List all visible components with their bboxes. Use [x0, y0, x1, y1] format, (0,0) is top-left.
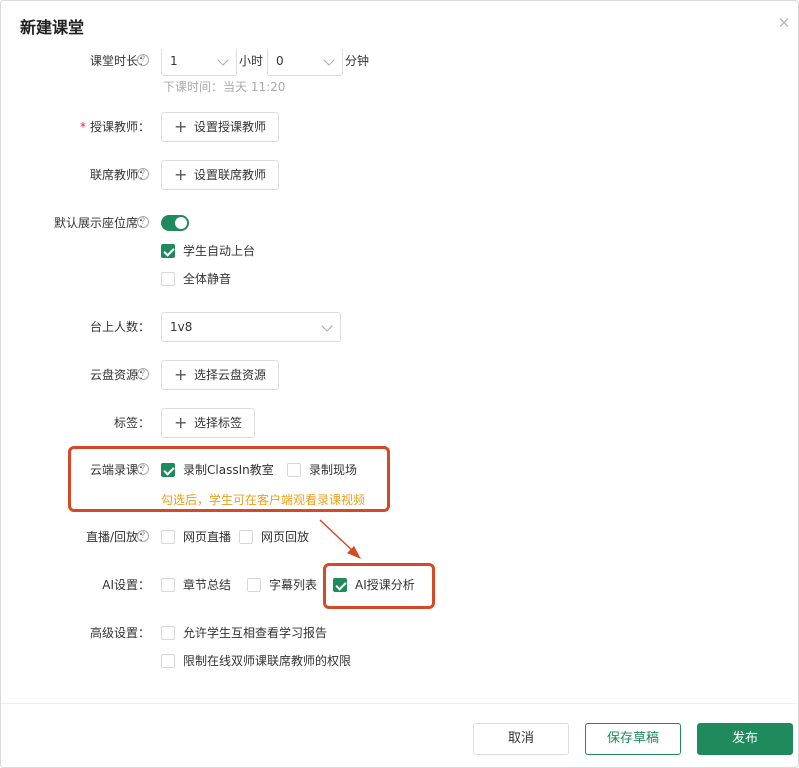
record-scene-label: 录制现场	[309, 463, 358, 477]
hours-unit: 小时	[239, 54, 264, 68]
auto-stage-label: 学生自动上台	[183, 244, 256, 258]
cloud-row: 云盘资源： ? + 选择云盘资源	[1, 360, 798, 390]
dialog-title: 新建课堂	[20, 18, 85, 37]
peer-report-checkbox[interactable]	[161, 626, 175, 640]
restrict-co-teacher-label: 限制在线双师课联席教师的权限	[183, 654, 352, 668]
advanced-label: 高级设置：	[89, 626, 150, 640]
teacher-row: * 授课教师： + 设置授课教师	[1, 112, 798, 142]
seats-toggle[interactable]	[161, 215, 189, 231]
plus-icon: +	[174, 365, 188, 384]
chevron-down-icon	[217, 54, 229, 66]
plus-icon: +	[174, 117, 188, 136]
advanced-option-row: 限制在线双师课联席教师的权限	[1, 646, 798, 676]
record-classroom-checkbox[interactable]	[161, 463, 175, 477]
set-co-teacher-button[interactable]: + 设置联席教师	[161, 160, 280, 190]
web-replay-label: 网页回放	[261, 530, 310, 544]
co-teacher-row: 联席教师： ? + 设置联席教师	[1, 160, 798, 190]
ai-teaching-analysis-checkbox[interactable]	[333, 578, 347, 592]
stage-count-value: 1v8	[170, 320, 193, 334]
record-scene-checkbox[interactable]	[287, 463, 301, 477]
mute-all-label: 全体静音	[183, 272, 232, 286]
hours-select[interactable]: 1	[161, 49, 237, 76]
tags-label: 标签：	[113, 416, 150, 430]
subtitle-list-label: 字幕列表	[269, 578, 318, 592]
cancel-button[interactable]: 取消	[473, 723, 569, 755]
help-icon[interactable]: ?	[137, 463, 149, 475]
ai-teaching-analysis-label: AI授课分析	[355, 578, 415, 592]
select-tags-button[interactable]: + 选择标签	[161, 408, 256, 438]
chapter-summary-label: 章节总结	[183, 578, 232, 592]
dialog-footer: 取消 保存草稿 发布	[1, 703, 798, 767]
web-live-label: 网页直播	[183, 530, 232, 544]
ai-row: AI设置： 章节总结 字幕列表 AI授课分析	[1, 570, 798, 600]
seats-option-row: 全体静音	[1, 264, 798, 294]
select-cloud-button[interactable]: + 选择云盘资源	[161, 360, 280, 390]
hours-value: 1	[170, 54, 178, 68]
new-class-dialog: 新建课堂 ✕ 课堂时长： ? 1 小时 0 分钟 下课时间：当天 11:20 *…	[0, 0, 799, 768]
seats-row: 默认展示座位席： ?	[1, 208, 798, 238]
restrict-co-teacher-checkbox[interactable]	[161, 654, 175, 668]
web-replay-checkbox[interactable]	[239, 530, 253, 544]
stage-count-select[interactable]: 1v8	[161, 312, 341, 342]
peer-report-label: 允许学生互相查看学习报告	[183, 626, 328, 640]
minutes-select[interactable]: 0	[267, 49, 343, 76]
help-icon[interactable]: ?	[137, 54, 149, 66]
set-teacher-button[interactable]: + 设置授课教师	[161, 112, 280, 142]
seats-option-row: 学生自动上台	[1, 236, 798, 266]
required-mark: *	[79, 120, 86, 134]
help-icon[interactable]: ?	[137, 168, 149, 180]
save-draft-button[interactable]: 保存草稿	[585, 723, 681, 755]
plus-icon: +	[174, 165, 188, 184]
minutes-value: 0	[276, 54, 284, 68]
record-classroom-label: 录制ClassIn教室	[183, 463, 274, 477]
recording-row: 云端录课： ? 录制ClassIn教室 录制现场	[1, 455, 798, 485]
chapter-summary-checkbox[interactable]	[161, 578, 175, 592]
plus-icon: +	[174, 413, 188, 432]
stage-count-label: 台上人数：	[89, 320, 150, 334]
auto-stage-checkbox[interactable]	[161, 244, 175, 258]
chevron-down-icon	[323, 54, 335, 66]
advanced-row: 高级设置： 允许学生互相查看学习报告	[1, 618, 798, 648]
dialog-header: 新建课堂 ✕	[1, 1, 798, 49]
help-icon[interactable]: ?	[137, 368, 149, 380]
close-icon[interactable]: ✕	[776, 15, 792, 31]
tags-row: 标签： + 选择标签	[1, 408, 798, 438]
live-row: 直播/回放： ? 网页直播 网页回放	[1, 522, 798, 552]
end-time-text: 下课时间：当天 11:20	[163, 80, 286, 94]
seats-label: 默认展示座位席：	[53, 216, 150, 230]
publish-button[interactable]: 发布	[697, 723, 793, 755]
duration-row: 课堂时长： ? 1 小时 0 分钟 下课时间：当天 11:20	[1, 49, 798, 94]
help-icon[interactable]: ?	[137, 216, 149, 228]
minutes-unit: 分钟	[345, 54, 370, 68]
web-live-checkbox[interactable]	[161, 530, 175, 544]
help-icon[interactable]: ?	[137, 530, 149, 542]
stage-count-row: 台上人数： 1v8	[1, 312, 798, 342]
dialog-body: 课堂时长： ? 1 小时 0 分钟 下课时间：当天 11:20 * 授课教师： +…	[1, 49, 798, 703]
mute-all-checkbox[interactable]	[161, 272, 175, 286]
subtitle-list-checkbox[interactable]	[247, 578, 261, 592]
recording-hint: 勾选后，学生可在客户端观看录课视频	[161, 493, 366, 507]
teacher-label: * 授课教师：	[79, 120, 150, 134]
chevron-down-icon	[321, 320, 333, 332]
ai-label: AI设置：	[102, 578, 150, 592]
